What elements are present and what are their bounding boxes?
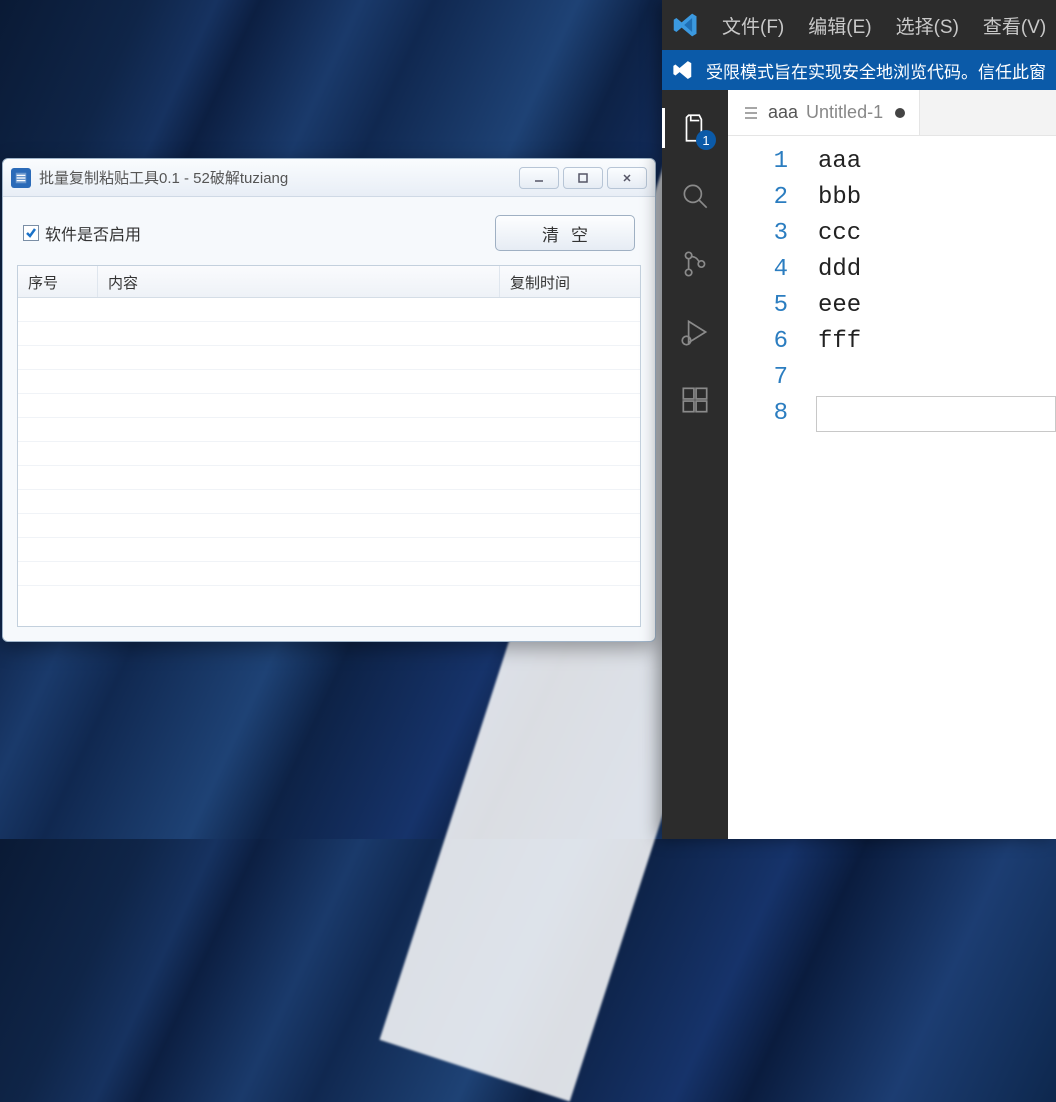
list-row bbox=[18, 394, 640, 418]
list-row bbox=[18, 562, 640, 586]
column-seq[interactable]: 序号 bbox=[18, 266, 98, 297]
dirty-indicator-icon bbox=[895, 108, 905, 118]
explorer-badge: 1 bbox=[696, 130, 716, 150]
list-row bbox=[18, 346, 640, 370]
code-content: aaa bbb ccc ddd eee fff bbox=[818, 144, 1056, 839]
minimize-button[interactable] bbox=[519, 167, 559, 189]
clipboard-tool-window: 批量复制粘贴工具0.1 - 52破解tuziang 软件是否启用 清空 序号 内… bbox=[2, 158, 656, 642]
editor-area: aaa Untitled-1 1 2 3 4 5 6 7 8 aaa bbox=[728, 90, 1056, 839]
list-row bbox=[18, 538, 640, 562]
vscode-menubar: 文件(F) 编辑(E) 选择(S) 查看(V) bbox=[662, 0, 1056, 50]
list-row bbox=[18, 466, 640, 490]
enable-checkbox[interactable]: 软件是否启用 bbox=[23, 221, 141, 245]
list-row bbox=[18, 442, 640, 466]
vscode-body: 1 aaa Untitled-1 bbox=[662, 90, 1056, 839]
activity-explorer[interactable]: 1 bbox=[662, 98, 728, 158]
vscode-window: 文件(F) 编辑(E) 选择(S) 查看(V) 受限模式旨在实现安全地浏览代码。… bbox=[662, 0, 1056, 839]
line-number: 3 bbox=[728, 216, 788, 252]
list-row bbox=[18, 298, 640, 322]
toolbar: 软件是否启用 清空 bbox=[17, 211, 641, 265]
menu-file[interactable]: 文件(F) bbox=[712, 8, 794, 43]
line-number: 4 bbox=[728, 252, 788, 288]
list-row bbox=[18, 370, 640, 394]
tab-preview-label: aaa bbox=[768, 102, 798, 123]
code-line-active bbox=[816, 396, 1056, 432]
window-client-area: 软件是否启用 清空 序号 内容 复制时间 bbox=[3, 197, 655, 641]
activity-source-control[interactable] bbox=[662, 234, 728, 294]
column-time[interactable]: 复制时间 bbox=[500, 266, 640, 297]
tab-title: Untitled-1 bbox=[806, 102, 883, 123]
menu-view[interactable]: 查看(V) bbox=[973, 8, 1056, 43]
code-line: bbb bbox=[818, 180, 1056, 216]
enable-checkbox-label: 软件是否启用 bbox=[45, 221, 141, 245]
restricted-mode-banner[interactable]: 受限模式旨在实现安全地浏览代码。信任此窗 bbox=[662, 50, 1056, 90]
line-number: 6 bbox=[728, 324, 788, 360]
menu-edit[interactable]: 编辑(E) bbox=[798, 8, 881, 43]
activity-bar: 1 bbox=[662, 90, 728, 839]
code-line: ccc bbox=[818, 216, 1056, 252]
clipboard-list[interactable]: 序号 内容 复制时间 bbox=[17, 265, 641, 627]
code-line: fff bbox=[818, 324, 1056, 360]
app-icon bbox=[11, 168, 31, 188]
window-controls bbox=[519, 167, 647, 189]
line-number: 5 bbox=[728, 288, 788, 324]
line-number: 8 bbox=[728, 396, 788, 432]
list-row bbox=[18, 490, 640, 514]
list-row bbox=[18, 322, 640, 346]
shield-icon bbox=[672, 58, 696, 82]
activity-debug[interactable] bbox=[662, 302, 728, 362]
list-row bbox=[18, 418, 640, 442]
line-number: 2 bbox=[728, 180, 788, 216]
list-header: 序号 内容 复制时间 bbox=[18, 266, 640, 298]
code-line bbox=[818, 360, 1056, 396]
line-number: 7 bbox=[728, 360, 788, 396]
list-body bbox=[18, 298, 640, 626]
clear-button[interactable]: 清空 bbox=[495, 215, 635, 251]
checkbox-box bbox=[23, 225, 39, 241]
code-line: aaa bbox=[818, 144, 1056, 180]
menu-select[interactable]: 选择(S) bbox=[886, 8, 969, 43]
window-title: 批量复制粘贴工具0.1 - 52破解tuziang bbox=[39, 167, 519, 188]
code-line: ddd bbox=[818, 252, 1056, 288]
activity-search[interactable] bbox=[662, 166, 728, 226]
activity-extensions[interactable] bbox=[662, 370, 728, 430]
line-number-gutter: 1 2 3 4 5 6 7 8 bbox=[728, 144, 818, 839]
maximize-button[interactable] bbox=[563, 167, 603, 189]
vscode-logo-icon bbox=[672, 10, 700, 40]
text-editor[interactable]: 1 2 3 4 5 6 7 8 aaa bbb ccc ddd eee fff bbox=[728, 136, 1056, 839]
window-titlebar[interactable]: 批量复制粘贴工具0.1 - 52破解tuziang bbox=[3, 159, 655, 197]
file-icon bbox=[742, 104, 760, 122]
banner-text: 受限模式旨在实现安全地浏览代码。信任此窗 bbox=[706, 58, 1046, 83]
line-number: 1 bbox=[728, 144, 788, 180]
editor-tabbar: aaa Untitled-1 bbox=[728, 90, 1056, 136]
editor-tab[interactable]: aaa Untitled-1 bbox=[728, 90, 920, 135]
list-row bbox=[18, 514, 640, 538]
code-line: eee bbox=[818, 288, 1056, 324]
close-button[interactable] bbox=[607, 167, 647, 189]
column-content[interactable]: 内容 bbox=[98, 266, 500, 297]
